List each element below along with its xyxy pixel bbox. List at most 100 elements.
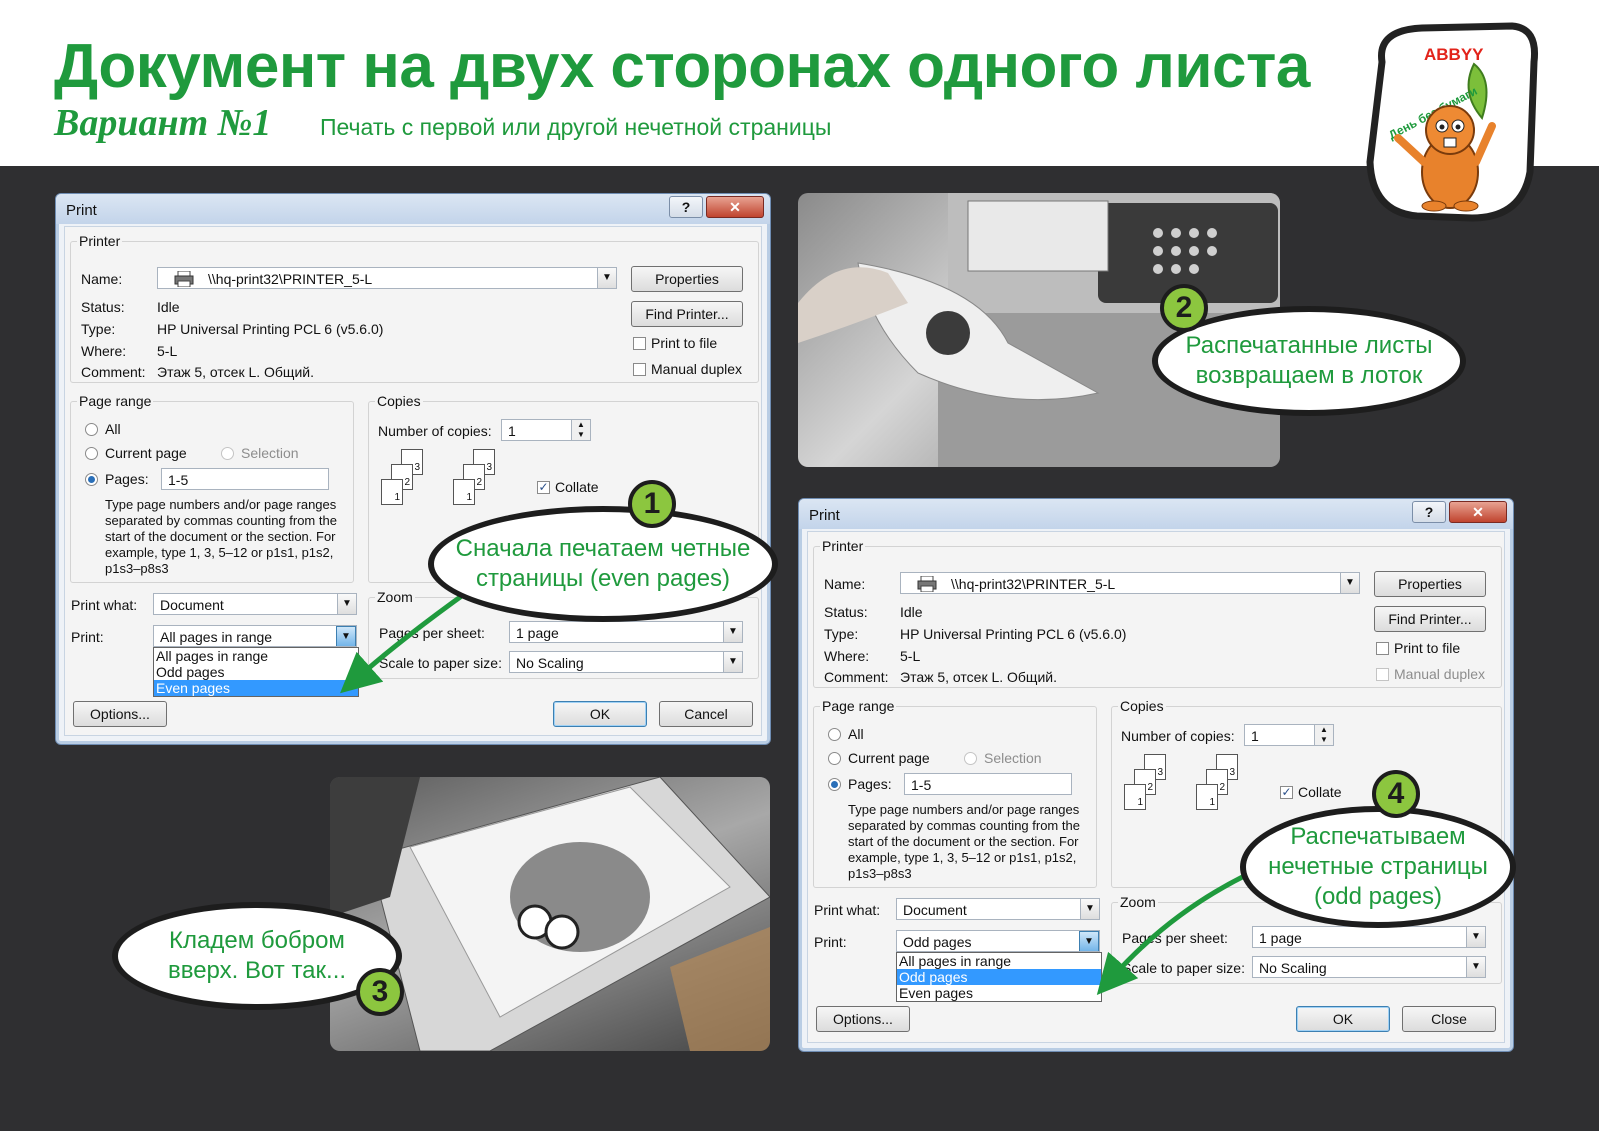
manual-duplex-checkbox[interactable]	[633, 363, 646, 376]
collate-checkbox[interactable]: ✓	[1280, 786, 1293, 799]
num-copies-label: Number of copies:	[1121, 728, 1235, 744]
comment-label: Comment:	[824, 669, 889, 685]
cancel-button[interactable]: Cancel	[659, 701, 753, 727]
all-radio[interactable]	[828, 728, 841, 741]
manual-duplex-label[interactable]: Manual duplex	[651, 361, 742, 377]
status-label: Status:	[81, 299, 125, 315]
pages-radio[interactable]	[828, 778, 841, 791]
spin-arrows-icon[interactable]: ▲ ▼	[1314, 725, 1333, 745]
chevron-down-icon[interactable]: ▼	[597, 268, 616, 288]
help-button[interactable]: ?	[1412, 501, 1446, 523]
type-label: Type:	[81, 321, 116, 337]
current-page-label[interactable]: Current page	[105, 445, 187, 461]
status-label: Status:	[824, 604, 868, 620]
current-page-radio[interactable]	[828, 752, 841, 765]
pages-label[interactable]: Pages:	[105, 471, 149, 487]
print-option[interactable]: Odd pages	[154, 664, 358, 680]
scale-select[interactable]: No Scaling ▼	[509, 651, 743, 673]
selection-label[interactable]: Selection	[241, 445, 299, 461]
pages-radio[interactable]	[85, 473, 98, 486]
chevron-down-icon[interactable]: ▼	[723, 622, 742, 642]
print-dropdown-list[interactable]: All pages in range Odd pages Even pages	[153, 647, 359, 697]
selection-radio[interactable]	[964, 752, 977, 765]
zoom-label: Zoom	[375, 589, 415, 605]
current-page-radio[interactable]	[85, 447, 98, 460]
collate-label[interactable]: Collate	[1298, 784, 1342, 800]
pages-input[interactable]: 1-5	[904, 773, 1072, 795]
print-to-file-checkbox[interactable]	[633, 337, 646, 350]
print-option-selected[interactable]: Odd pages	[897, 969, 1101, 985]
scale-value: No Scaling	[1259, 960, 1327, 976]
scale-select[interactable]: No Scaling ▼	[1252, 956, 1486, 978]
printer-name-select[interactable]: \\hq-print32\PRINTER_5-L ▼	[900, 572, 1360, 594]
print-option[interactable]: All pages in range	[897, 953, 1101, 969]
print-value: All pages in range	[160, 629, 273, 645]
pages-per-sheet-label: Pages per sheet:	[379, 625, 485, 641]
print-what-select[interactable]: Document ▼	[896, 898, 1100, 920]
spin-arrows-icon[interactable]: ▲ ▼	[571, 420, 590, 440]
print-dropdown-list[interactable]: All pages in range Odd pages Even pages	[896, 952, 1102, 1002]
chevron-down-icon[interactable]: ▼	[1079, 931, 1099, 951]
chevron-down-icon[interactable]: ▼	[1466, 957, 1485, 977]
selection-label[interactable]: Selection	[984, 750, 1042, 766]
pages-per-sheet-select[interactable]: 1 page ▼	[509, 621, 743, 643]
manual-duplex-label[interactable]: Manual duplex	[1394, 666, 1485, 682]
collate-checkbox[interactable]: ✓	[537, 481, 550, 494]
chevron-down-icon[interactable]: ▼	[336, 626, 356, 646]
close-button[interactable]: Close	[1402, 1006, 1496, 1032]
printer-name-value: \\hq-print32\PRINTER_5-L	[951, 576, 1116, 592]
pages-input[interactable]: 1-5	[161, 468, 329, 490]
options-button[interactable]: Options...	[73, 701, 167, 727]
chevron-down-icon[interactable]: ▼	[723, 652, 742, 672]
dialog-titlebar[interactable]: Print ? ✕	[799, 499, 1513, 529]
variant-heading: Вариант №1	[54, 102, 272, 144]
collate-label[interactable]: Collate	[555, 479, 599, 495]
printer-icon	[174, 271, 194, 287]
pages-per-sheet-value: 1 page	[1259, 930, 1302, 946]
print-option-selected[interactable]: Even pages	[154, 680, 358, 696]
find-printer-button[interactable]: Find Printer...	[631, 301, 743, 327]
properties-button[interactable]: Properties	[631, 266, 743, 292]
selection-radio[interactable]	[221, 447, 234, 460]
properties-button[interactable]: Properties	[1374, 571, 1486, 597]
help-button[interactable]: ?	[669, 196, 703, 218]
chevron-down-icon[interactable]: ▼	[337, 594, 356, 614]
close-icon[interactable]: ✕	[1449, 501, 1507, 523]
print-what-select[interactable]: Document ▼	[153, 593, 357, 615]
all-label[interactable]: All	[105, 421, 121, 437]
current-page-label[interactable]: Current page	[848, 750, 930, 766]
num-copies-stepper[interactable]: 1 ▲ ▼	[501, 419, 591, 441]
chevron-down-icon[interactable]: ▼	[1340, 573, 1359, 593]
pages-per-sheet-label: Pages per sheet:	[1122, 930, 1228, 946]
pages-label[interactable]: Pages:	[848, 776, 892, 792]
manual-duplex-checkbox[interactable]	[1376, 668, 1389, 681]
pages-per-sheet-select[interactable]: 1 page ▼	[1252, 926, 1486, 948]
zoom-label: Zoom	[1118, 894, 1158, 910]
callout-step4: Распечатываем нечетные страницы (odd pag…	[1240, 806, 1516, 928]
scale-value: No Scaling	[516, 655, 584, 671]
all-radio[interactable]	[85, 423, 98, 436]
tray-illustration	[330, 777, 770, 1051]
printer-name-select[interactable]: \\hq-print32\PRINTER_5-L ▼	[157, 267, 617, 289]
print-to-file-checkbox[interactable]	[1376, 642, 1389, 655]
print-select[interactable]: All pages in range ▼	[153, 625, 357, 647]
ok-button[interactable]: OK	[1296, 1006, 1390, 1032]
ok-button[interactable]: OK	[553, 701, 647, 727]
abbyy-beaver-logo: ABBYY День без бумаги	[1366, 22, 1539, 222]
print-label: Print:	[71, 629, 104, 645]
options-button[interactable]: Options...	[816, 1006, 910, 1032]
chevron-down-icon[interactable]: ▼	[1466, 927, 1485, 947]
print-value: Odd pages	[903, 934, 972, 950]
print-select[interactable]: Odd pages ▼	[896, 930, 1100, 952]
print-option[interactable]: Even pages	[897, 985, 1101, 1001]
num-copies-stepper[interactable]: 1 ▲ ▼	[1244, 724, 1334, 746]
close-icon[interactable]: ✕	[706, 196, 764, 218]
print-to-file-label[interactable]: Print to file	[651, 335, 717, 351]
print-to-file-label[interactable]: Print to file	[1394, 640, 1460, 656]
print-option[interactable]: All pages in range	[154, 648, 358, 664]
all-label[interactable]: All	[848, 726, 864, 742]
find-printer-button[interactable]: Find Printer...	[1374, 606, 1486, 632]
dialog-titlebar[interactable]: Print ? ✕	[56, 194, 770, 224]
print-what-value: Document	[160, 597, 224, 613]
chevron-down-icon[interactable]: ▼	[1080, 899, 1099, 919]
